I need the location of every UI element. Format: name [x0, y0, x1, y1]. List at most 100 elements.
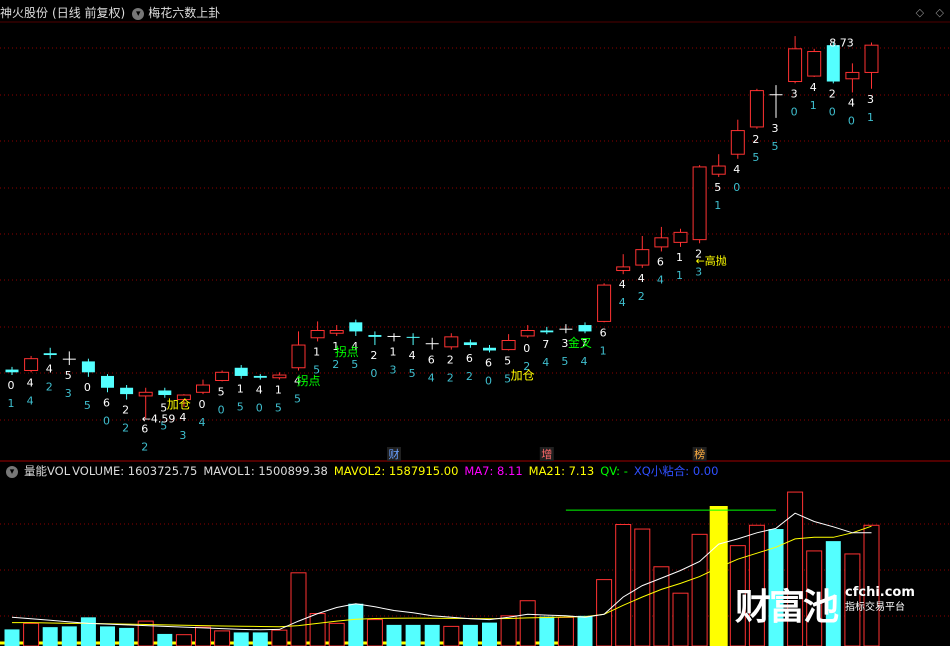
- candle: [788, 36, 803, 84]
- candle-body: [501, 340, 516, 351]
- volume-bar: [443, 625, 460, 646]
- number-label-top: 1: [676, 251, 683, 264]
- candle: [62, 351, 76, 366]
- number-label-bottom: 5: [752, 151, 759, 164]
- candle: [483, 345, 496, 353]
- volume-bar: [23, 622, 40, 646]
- candle-body: [807, 51, 822, 77]
- number-label-bottom: 4: [428, 372, 435, 385]
- candle-body: [578, 325, 592, 332]
- candle-body: [788, 48, 803, 83]
- number-label-top: 0: [8, 379, 15, 392]
- watermark-tagline: 指标交易平台: [845, 602, 905, 613]
- candle: [463, 339, 477, 348]
- number-label-bottom: 0: [485, 374, 492, 387]
- number-label-top: 3: [772, 122, 779, 135]
- candle: [730, 119, 745, 159]
- candle: [253, 374, 267, 380]
- candle: [769, 85, 783, 118]
- volume-bar: [405, 624, 421, 646]
- event-marker: 增: [541, 447, 552, 461]
- number-label-bottom: 2: [447, 372, 454, 385]
- number-label-top: 4: [733, 163, 740, 176]
- candle: [616, 254, 631, 275]
- signal-label: 加仓: [511, 369, 535, 383]
- volume-bar: [653, 566, 670, 646]
- candlestick-series: [5, 36, 879, 419]
- number-label-top: 1: [237, 383, 244, 396]
- number-label-bottom: 0: [848, 114, 855, 127]
- candle-body: [540, 330, 554, 333]
- candle-body: [43, 353, 57, 356]
- volume-bar: [328, 622, 345, 646]
- number-label-top: 2: [829, 87, 836, 100]
- candle-body: [387, 335, 401, 337]
- candle: [501, 334, 516, 351]
- candle: [673, 228, 688, 247]
- number-label-bottom: 0: [829, 105, 836, 118]
- candle-body: [310, 330, 325, 339]
- price-annotation: ←高抛: [696, 254, 727, 268]
- volume-bar: [596, 579, 613, 646]
- candle: [120, 385, 134, 400]
- number-label-bottom: 3: [179, 429, 186, 442]
- volume-bar: [252, 632, 268, 646]
- number-label-bottom: 2: [638, 290, 645, 303]
- candle-body: [234, 367, 248, 376]
- turning-point-label: 拐点: [335, 344, 359, 359]
- price-annotation: ←4.59: [142, 413, 176, 426]
- candle-body: [559, 328, 573, 330]
- number-label-top: 0: [84, 381, 91, 394]
- number-label-top: 6: [657, 255, 664, 268]
- number-label-bottom: 1: [714, 199, 721, 212]
- candle-body: [483, 347, 496, 351]
- number-label-top: 5: [218, 385, 225, 398]
- number-label-bottom: 0: [733, 181, 740, 194]
- turning-point-label: 拐点: [297, 373, 321, 388]
- candle: [578, 322, 592, 334]
- candle: [692, 165, 707, 244]
- number-label-top: 6: [466, 352, 473, 365]
- candle: [387, 333, 401, 342]
- volume-bar: [424, 624, 440, 646]
- number-label-top: 5: [65, 369, 72, 382]
- number-label-top: 2: [752, 133, 759, 146]
- number-label-top: 2: [122, 404, 129, 417]
- volume-bar: [557, 616, 574, 646]
- number-label-top: 6: [103, 396, 110, 409]
- candle: [635, 236, 650, 268]
- number-label-bottom: 2: [141, 441, 148, 454]
- candle: [864, 42, 879, 89]
- number-label-top: 4: [27, 376, 34, 389]
- volume-bar: [519, 600, 536, 646]
- number-label-bottom: 1: [600, 344, 607, 357]
- number-label-bottom: 4: [619, 296, 626, 309]
- watermark: 财富池 cfchi.com 指标交易平台: [735, 578, 915, 630]
- candle-body: [368, 335, 382, 337]
- candle: [101, 374, 114, 393]
- number-label-bottom: 5: [84, 399, 91, 412]
- candle: [158, 387, 172, 398]
- number-label-bottom: 5: [237, 401, 244, 414]
- signal-label: 金叉: [568, 335, 592, 350]
- number-label-top: 2: [370, 349, 377, 362]
- volume-bar: [539, 616, 555, 646]
- volume-bar: [577, 615, 593, 646]
- candle-body: [673, 231, 688, 243]
- candle-body: [692, 166, 707, 241]
- volume-bar: [309, 613, 326, 646]
- volume-bar: [80, 617, 96, 646]
- candle-body: [845, 71, 860, 80]
- number-label-bottom: 3: [390, 363, 397, 376]
- volume-bar: [61, 626, 77, 646]
- candle-body: [5, 369, 19, 373]
- number-label-bottom: 4: [542, 356, 549, 369]
- candle-body: [62, 358, 76, 360]
- number-label-top: 5: [714, 181, 721, 194]
- number-label-bottom: 2: [466, 370, 473, 383]
- number-label-bottom: 5: [561, 355, 568, 368]
- candle-body: [730, 130, 745, 155]
- number-label-top: 4: [46, 363, 53, 376]
- number-label-top: 1: [390, 345, 397, 358]
- candle: [540, 326, 554, 335]
